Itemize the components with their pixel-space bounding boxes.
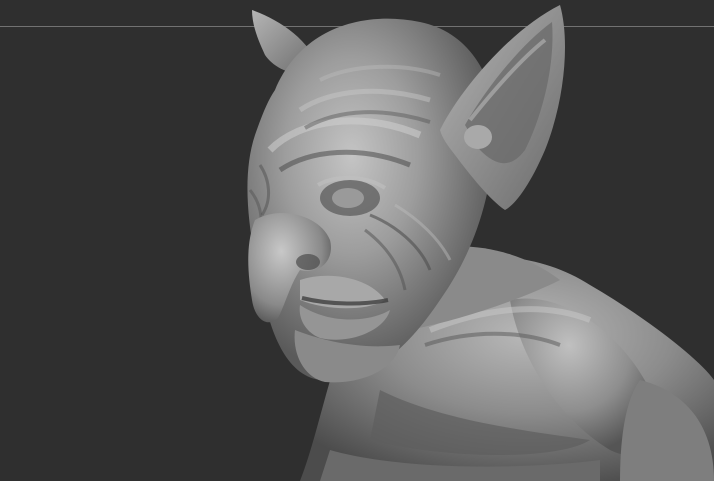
goblin-sculpt-render (247, 5, 714, 481)
sculpt-viewport[interactable] (0, 0, 714, 481)
